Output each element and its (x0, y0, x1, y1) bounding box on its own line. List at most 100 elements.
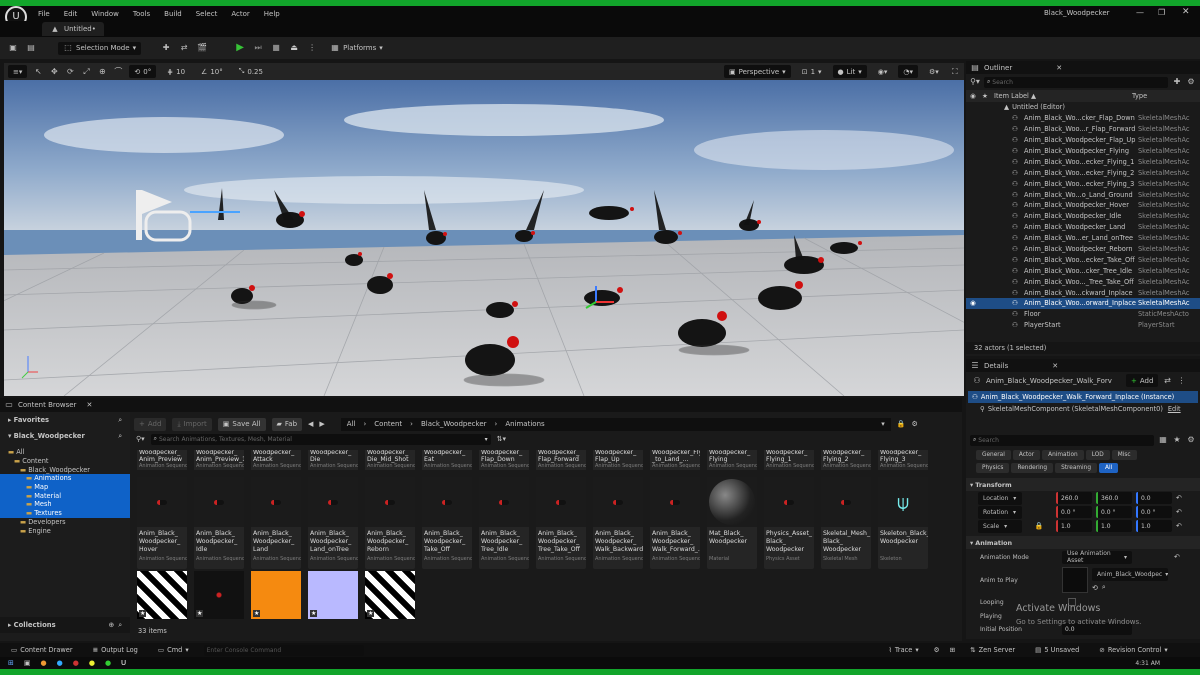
viewport-menu-button[interactable]: ≡▾ (8, 65, 28, 78)
asset-tile[interactable]: Woodpecker_ Die_Mid_Shot Animation Sequen… (365, 450, 415, 470)
outliner-row[interactable]: ◉ ⚇ Anim_Black_Woo...orward_Inplace Skeleta… (966, 298, 1200, 309)
gear-icon[interactable]: ⚙ (1186, 77, 1196, 87)
folder-tree-item[interactable]: ▬ Material (0, 491, 130, 501)
folder-tree-item[interactable]: ▬ Map (0, 482, 130, 492)
asset-tile[interactable]: Woodpecker_ Flap_Forward Animation Sequen… (536, 450, 586, 470)
console-input[interactable]: Enter Console Command (203, 644, 364, 656)
outliner-row[interactable]: ⚇ PlayerStart PlayerStart (966, 320, 1200, 331)
taskbar-app-icon[interactable]: ● (57, 659, 63, 667)
blueprint-icon[interactable]: ⇄ (179, 43, 189, 53)
maximize-icon[interactable]: ❐ (1158, 8, 1165, 17)
level-viewport[interactable] (4, 80, 964, 396)
outliner-row[interactable]: ⚇ Anim_Black_Wo...o_Land_Ground SkeletalMe… (966, 189, 1200, 200)
scale-x[interactable]: 1.0 (1056, 520, 1092, 532)
cinematics-icon[interactable]: 🎬 (197, 43, 207, 53)
asset-tile[interactable]: Anim_Black_ Woodpecker_ Walk_Forward_...… (650, 477, 700, 569)
menu-actor[interactable]: Actor (231, 10, 249, 18)
add-icon[interactable]: ⊕ (108, 621, 114, 629)
output-log-button[interactable]: ≣ Output Log (88, 644, 143, 657)
tab-streaming[interactable]: Streaming (1055, 463, 1098, 473)
outliner-row[interactable]: ⚇ Anim_Black_Woodpecker_Flap_Up SkeletalMe… (966, 135, 1200, 146)
reset-icon[interactable]: ↶ (1176, 494, 1182, 502)
rotation-snap-button[interactable]: ∠ 10° (196, 65, 228, 78)
favorites-header[interactable]: ▸ Favorites ⌕ (0, 412, 130, 428)
select-icon[interactable]: ↖ (33, 67, 43, 77)
search-icon[interactable]: ⌕ (118, 416, 122, 425)
asset-tile[interactable]: Woodpecker_Fly _to_Land_... Animation Seq… (650, 450, 700, 470)
asset-tile[interactable]: Woodpecker_ Flying Animation Sequence (707, 450, 757, 470)
outliner-row[interactable]: ⚇ Anim_Black_Woo...ecker_Flying_2 Skeletal… (966, 167, 1200, 178)
perspective-button[interactable]: ▣ Perspective ▾ (724, 65, 791, 78)
edit-link[interactable]: Edit (1168, 405, 1181, 413)
folder-tree-item[interactable]: ▬ Textures (0, 508, 130, 518)
show-button[interactable]: ◉▾ (873, 65, 893, 78)
save-icon[interactable]: ▣ (8, 43, 18, 53)
outliner-row[interactable]: ⚇ Anim_Black_Woo...ecker_Take_Off Skeletal… (966, 254, 1200, 265)
folder-tree-item[interactable]: ▬ Developers (0, 518, 130, 527)
use-selected-icon[interactable]: ⟲ (1092, 584, 1098, 592)
tab-general[interactable]: General (976, 450, 1011, 460)
folder-tree-item[interactable]: ▬ Content (0, 457, 130, 466)
details-search-input[interactable]: ⌕ Search (970, 434, 1154, 446)
outliner-row[interactable]: ⚇ Anim_Black_Woo...cker_Tree_Idle Skeletal… (966, 265, 1200, 276)
col-type[interactable]: Type (1132, 92, 1147, 100)
project-header[interactable]: ▾ Black_Woodpecker ⌕ (0, 428, 130, 444)
filter-icon[interactable]: ⚲▾ (970, 77, 980, 87)
grid-snap-button[interactable]: ⋕ 10 (162, 65, 190, 78)
tab-misc[interactable]: Misc (1111, 450, 1137, 460)
location-z[interactable]: 0.0 (1136, 492, 1172, 504)
lock-icon[interactable]: 🔒 (1026, 522, 1052, 530)
taskbar-app-icon[interactable]: ● (41, 659, 47, 667)
asset-tile[interactable]: Woodpecker_ Eat Animation Sequence (422, 450, 472, 470)
move-icon[interactable]: ✥ (49, 67, 59, 77)
world-icon[interactable]: ⊕ (97, 67, 107, 77)
search-icon[interactable]: ⌕ (118, 432, 122, 441)
asset-tile[interactable]: Physics_Asset_ Black_ Woodpecker Physics … (764, 477, 814, 569)
rotation-dropdown[interactable]: Rotation ▾ (978, 505, 1022, 519)
location-dropdown[interactable]: Location ▾ (978, 491, 1022, 505)
taskbar-app-icon[interactable]: U (121, 659, 126, 667)
minimize-icon[interactable]: — (1136, 8, 1144, 17)
close-tab-icon[interactable]: ✕ (86, 401, 92, 409)
asset-tile[interactable]: Woodpecker_ Flying_3 Animation Sequence (878, 450, 928, 470)
menu-build[interactable]: Build (164, 10, 182, 18)
tab-animation[interactable]: Animation (1042, 450, 1084, 460)
windows-start-icon[interactable]: ⊞ (8, 659, 14, 667)
asset-tile[interactable]: Woodpecker_ Flap_Up Animation Sequence (593, 450, 643, 470)
asset-tile[interactable]: Woodpecker_ Anim_Preview_1 Animation Sequ… (194, 450, 244, 470)
collections-header[interactable]: ▸ Collections ⊕ ⌕ (0, 617, 130, 633)
transform-section[interactable]: ▾ Transform (966, 478, 1200, 491)
outliner-row[interactable]: ⚇ Anim_Black_Woo...ecker_Flying_1 Skeletal… (966, 156, 1200, 167)
reset-icon[interactable]: ↶ (1174, 553, 1180, 561)
add-component-button[interactable]: + Add (1126, 374, 1159, 387)
settings-button[interactable]: ⚙▾ (924, 65, 944, 78)
stop-icon[interactable]: ■ (271, 43, 281, 53)
outliner-row[interactable]: ⚇ Floor StaticMeshActo (966, 309, 1200, 320)
content-search-input[interactable]: ⌕ Search Animations, Textures, Mesh, Mat… (150, 433, 491, 445)
chevron-down-icon[interactable]: ▾ (881, 420, 885, 428)
scale-snap-button[interactable]: ⤡ 0.25 (234, 65, 268, 78)
taskbar-app-icon[interactable]: ● (89, 659, 95, 667)
asset-tile[interactable]: Woodpecker_ Anim_Preview Animation Sequen… (137, 450, 187, 470)
angle-snap-button[interactable]: ⟲ 0° (129, 65, 157, 78)
scale-dropdown[interactable]: Scale ▾ (978, 519, 1022, 533)
asset-tile[interactable]: Skeletal_Mesh_ Black_ Woodpecker Skeletal… (821, 477, 871, 569)
add-button[interactable]: + Add (134, 417, 167, 431)
fab-button[interactable]: ▰ Fab (271, 417, 303, 431)
sort-icon[interactable]: ⇅▾ (497, 435, 506, 443)
rotate-icon[interactable]: ⟳ (65, 67, 75, 77)
asset-tile[interactable]: Woodpecker_ Flying_2 Animation Sequence (821, 450, 871, 470)
texture-tile[interactable]: ★ (251, 571, 301, 619)
notifications-icon[interactable]: ⊞ (950, 646, 956, 654)
scale-y[interactable]: 1.0 (1096, 520, 1132, 532)
camera-speed-button[interactable]: ⊡ 1 ▾ (797, 65, 827, 78)
forward-icon[interactable]: ▶ (319, 420, 324, 428)
star-icon[interactable]: ★ (1172, 435, 1182, 445)
save-all-button[interactable]: ▣ Save All (217, 417, 266, 431)
revision-control-button[interactable]: ⊘ Revision Control ▾ (1094, 644, 1172, 657)
trace-button[interactable]: ⌇ Trace ▾ (884, 644, 924, 657)
tab-untitled[interactable]: ▲ Untitled• (42, 22, 104, 36)
breadcrumb-content[interactable]: Content (374, 420, 402, 428)
zen-server-button[interactable]: ⇅ Zen Server (965, 644, 1020, 657)
outliner-row[interactable]: ⚇ Anim_Black_Wo...er_Land_onTree SkeletalM… (966, 233, 1200, 244)
